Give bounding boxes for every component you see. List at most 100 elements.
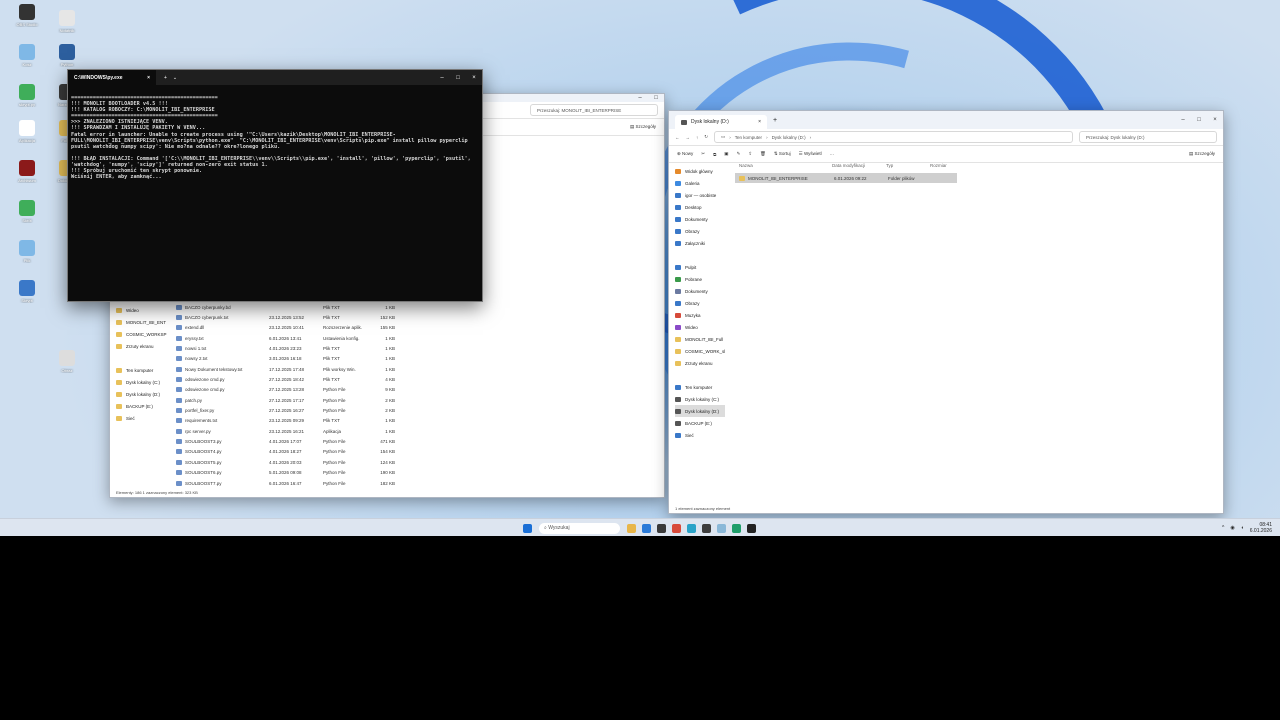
nav-item[interactable]: Sieć (116, 412, 167, 424)
breadcrumb-drive-d[interactable]: Dysk lokalny (D:) (772, 135, 806, 140)
nav-item[interactable]: BACKUP (E:) (116, 400, 167, 412)
nav-item[interactable]: Dysk lokalny (C:) (675, 393, 725, 405)
column-size[interactable]: Rozmiar (930, 163, 960, 168)
tab-drive-d[interactable]: Dysk lokalny (D:) × (675, 115, 767, 129)
new-button[interactable]: ⊕ Nowy (677, 151, 693, 157)
list-item[interactable]: extend.dll 23.12.2025 10:41 Rozszerzenie a… (176, 323, 406, 333)
list-item[interactable]: eryssy.txt 6.01.2026 13:41 Ustawienia konf… (176, 333, 406, 343)
terminal-window[interactable]: C:\WINDOWS\py.exe × + ⌄ – □ × ==========… (67, 69, 483, 302)
nav-item[interactable]: Zrzuty ekranu (116, 340, 167, 352)
start-icon[interactable] (523, 523, 532, 533)
nav-item[interactable]: Wideo (675, 321, 725, 333)
list-item[interactable]: Nowy Dokument tekstowy.txt 17.12.2025 17:… (176, 364, 406, 374)
chevron-down-icon[interactable]: ⌄ (173, 75, 177, 81)
nav-item[interactable]: Dysk lokalny (D:) (116, 388, 167, 400)
edge-icon[interactable] (642, 523, 651, 533)
taskbar-search[interactable]: ⌕ Wyszukaj (539, 522, 620, 534)
nav-item[interactable]: Obrazy (675, 225, 725, 237)
nav-item[interactable]: Dysk lokalny (D:) (675, 405, 726, 417)
nav-item[interactable]: Dokumenty (675, 213, 725, 225)
share-icon[interactable]: ⇪ (748, 151, 752, 157)
desktop-icon[interactable]: Aplikacja (10, 120, 44, 143)
maximize-icon[interactable]: □ (1191, 117, 1207, 123)
desktop-icon[interactable]: Plik (10, 240, 44, 263)
new-tab-icon[interactable]: + (164, 75, 167, 81)
desktop-icon[interactable]: skrypt.py (10, 84, 44, 107)
desktop-icon[interactable]: OBS Studio (10, 4, 44, 27)
up-icon[interactable]: ↑ (696, 135, 698, 140)
desktop-icon[interactable]: Skrót (10, 200, 44, 223)
nav-item[interactable]: Dokumenty (675, 285, 725, 297)
forward-icon[interactable]: → (686, 135, 691, 140)
nav-item[interactable]: Galeria (675, 177, 725, 189)
list-item[interactable]: requirements.txt 23.12.2025 09:29 Plik TXT… (176, 416, 406, 426)
nav-item[interactable]: COSMIC_WORKSP (116, 328, 167, 340)
column-date[interactable]: Data modyfikacji (832, 163, 886, 168)
list-item[interactable]: odswiezone cmd.py 27.12.2025 13:28 Python … (176, 385, 406, 395)
copy-icon[interactable]: ⧉ (713, 152, 716, 157)
chevron-up-icon[interactable]: ^ (1222, 525, 1224, 531)
nav-item[interactable]: Sieć (675, 429, 725, 441)
terminal-title-bar[interactable]: C:\WINDOWS\py.exe × + ⌄ – □ × (68, 70, 482, 85)
details-button[interactable]: ▤ Szczegóły (630, 124, 656, 130)
nav-item[interactable]: MONOLIT_IBI_Full (675, 333, 725, 345)
app-icon[interactable] (732, 523, 741, 533)
list-item[interactable]: rpc server.py 23.12.2025 16:21 Aplikacja 1 … (176, 426, 406, 436)
network-icon[interactable]: ◉ (1230, 525, 1234, 531)
minimize-icon[interactable]: – (1175, 117, 1191, 123)
desktop-icon[interactable]: Obraz (50, 350, 84, 373)
list-item[interactable]: BACZO cyberpunky.bd Plik TXT 1 KB (176, 302, 406, 312)
list-item[interactable]: BACZO cyberpunk.txt 23.12.2025 13:52 Plik … (176, 312, 406, 322)
refresh-icon[interactable]: ↻ (704, 134, 708, 140)
list-item[interactable]: portfel_fixer.py 27.12.2025 16:27 Python F… (176, 405, 406, 415)
desktop-icon[interactable]: Archiwum (10, 160, 44, 183)
explorer-window-right[interactable]: Dysk lokalny (D:) × + – □ × ← → ↑ ↻ ▭ › … (668, 110, 1224, 514)
desktop-icon[interactable]: Notatnik (50, 10, 84, 33)
nav-item[interactable]: Ten komputer (675, 381, 725, 393)
nav-item[interactable]: igor — osobiste (675, 189, 725, 201)
column-type[interactable]: Typ (886, 163, 930, 168)
maximize-icon[interactable]: □ (648, 95, 664, 101)
nav-item[interactable]: Pobrane (675, 273, 725, 285)
desktop-icon[interactable]: Python (50, 44, 84, 67)
terminal-app-icon[interactable] (657, 523, 666, 533)
desktop-icon[interactable]: Skrypt (10, 280, 44, 303)
nav-item[interactable]: Wideo (116, 304, 167, 316)
title-bar[interactable]: Dysk lokalny (D:) × + – □ × (669, 111, 1223, 129)
list-item[interactable]: SOULBOOST3.py 4.01.2026 17:07 Python File 4… (176, 436, 406, 446)
nav-item[interactable]: Desktop (675, 201, 725, 213)
nav-item[interactable]: COSMIC_WORK_sl (675, 345, 725, 357)
nav-item[interactable]: Pulpit (675, 261, 725, 273)
file-explorer-icon[interactable] (627, 523, 636, 533)
close-icon[interactable]: × (466, 75, 482, 81)
nav-item[interactable]: BACKUP (E:) (675, 417, 725, 429)
nav-item[interactable]: Widok główny (675, 165, 725, 177)
browser-icon[interactable] (687, 523, 696, 533)
view-button[interactable]: ☰ Wyświetl (799, 151, 822, 157)
minimize-icon[interactable]: – (632, 95, 648, 101)
clock[interactable]: 08:41 6.01.2026 (1250, 522, 1272, 534)
console-icon[interactable] (747, 523, 756, 533)
close-tab-icon[interactable]: × (758, 119, 761, 125)
list-item[interactable]: SOULBOOST5.py 4.01.2026 20:03 Python File 1… (176, 457, 406, 467)
list-item[interactable]: odswiezone cmd.py 27.12.2025 18:42 Plik TX… (176, 374, 406, 384)
sort-button[interactable]: ⇅ Sortuj (774, 151, 791, 157)
nav-item[interactable]: Ten komputer (116, 364, 167, 376)
desktop-icon[interactable]: Kosz (10, 44, 44, 67)
terminal-tab[interactable]: C:\WINDOWS\py.exe × (68, 70, 156, 85)
close-icon[interactable]: × (1207, 117, 1223, 123)
app-icon[interactable] (717, 523, 726, 533)
list-item[interactable]: nowsy 2.txt 3.01.2026 16:18 Plik TXT 1 KB (176, 354, 406, 364)
column-name[interactable]: Nazwa (739, 163, 832, 168)
minimize-icon[interactable]: – (434, 75, 450, 81)
details-button[interactable]: ▤ Szczegóły (1189, 151, 1215, 157)
search-input[interactable]: Przeszukaj: MONOLIT_IBI_ENTERPRISE (530, 104, 658, 116)
list-item[interactable]: nowsi 1.txt 4.01.2026 23:23 Plik TXT 1 KB (176, 343, 406, 353)
chrome-icon[interactable] (672, 523, 681, 533)
close-tab-icon[interactable]: × (147, 75, 150, 81)
maximize-icon[interactable]: □ (450, 75, 466, 81)
list-item[interactable]: MONOLIT_IBI_ENTERPRISE 6.01.2026 09:22 F… (735, 173, 957, 184)
volume-icon[interactable]: ◖ (1241, 525, 1244, 531)
nav-item[interactable]: MONOLIT_IBI_ENT (116, 316, 167, 328)
list-item[interactable]: SOULBOOST6.py 5.01.2026 09:08 Python File 1… (176, 468, 406, 478)
